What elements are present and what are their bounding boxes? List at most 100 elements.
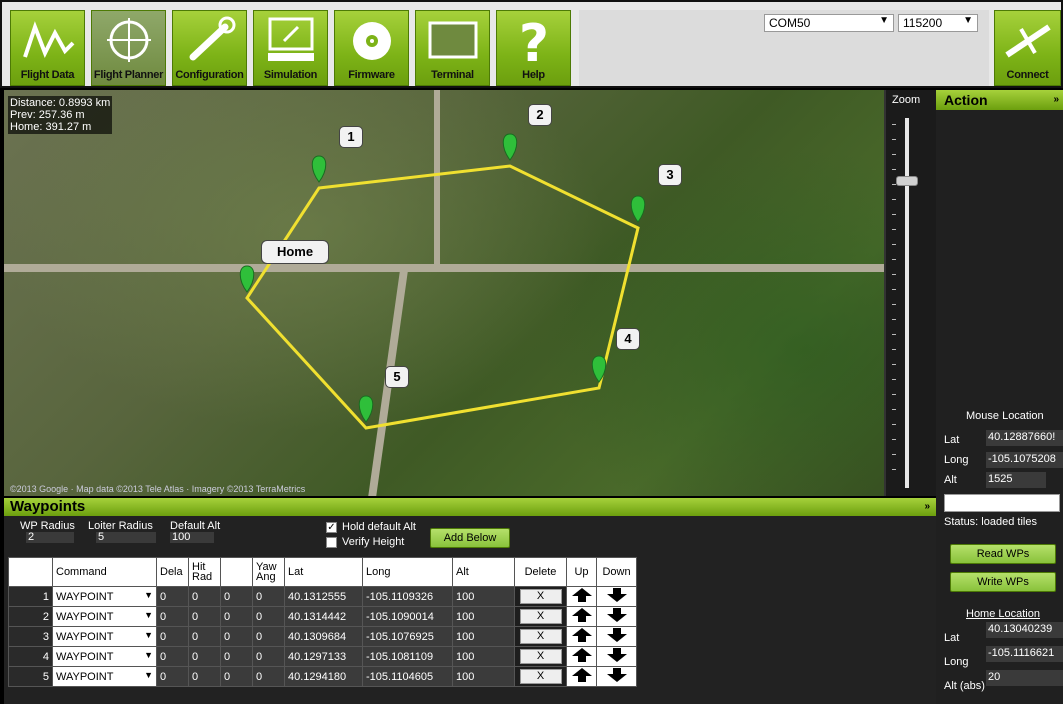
- home-long-value[interactable]: -105.1116621: [986, 646, 1063, 662]
- long-cell[interactable]: -105.1076925: [362, 626, 453, 647]
- action-header[interactable]: Action »: [936, 90, 1063, 110]
- baud-rate-select[interactable]: 115200 ▼: [898, 14, 978, 32]
- lat-cell[interactable]: 40.1294180: [284, 666, 363, 687]
- param-hit-rad[interactable]: 0: [188, 606, 221, 627]
- param-blank[interactable]: 0: [220, 666, 253, 687]
- move-down-button[interactable]: [596, 666, 637, 687]
- waypoints-header[interactable]: Waypoints »: [4, 498, 936, 516]
- waypoint-marker[interactable]: [358, 395, 374, 423]
- table-row[interactable]: 3 WAYPOINT ▼ 0 0 0 0 40.1309684 -105.1076925 100 X: [8, 626, 637, 647]
- map-type-select[interactable]: GoogleSatellite ▼: [944, 494, 1060, 512]
- long-cell[interactable]: -105.1090014: [362, 606, 453, 627]
- delete-button[interactable]: X: [514, 626, 567, 647]
- long-cell[interactable]: -105.1081109: [362, 646, 453, 667]
- read-wps-button[interactable]: Read WPs: [950, 544, 1056, 564]
- table-row[interactable]: 5 WAYPOINT ▼ 0 0 0 0 40.1294180 -105.1104605 100 X: [8, 666, 637, 687]
- param-delay[interactable]: 0: [156, 646, 189, 667]
- delete-button[interactable]: X: [514, 646, 567, 667]
- alt-cell[interactable]: 100: [452, 666, 515, 687]
- long-cell-text: -105.1090014: [366, 610, 434, 623]
- configuration-button[interactable]: Configuration: [172, 10, 247, 86]
- write-wps-button[interactable]: Write WPs: [950, 572, 1056, 592]
- param-blank[interactable]: 0: [220, 626, 253, 647]
- satellite-map[interactable]: Distance: 0.8993 km Prev: 257.36 m Home:…: [4, 90, 886, 496]
- lat-cell[interactable]: 40.1314442: [284, 606, 363, 627]
- table-row[interactable]: 4 WAYPOINT ▼ 0 0 0 0 40.1297133 -105.1081109 100 X: [8, 646, 637, 667]
- firmware-button[interactable]: Firmware: [334, 10, 409, 86]
- waypoint-marker[interactable]: [311, 155, 327, 183]
- move-down-button[interactable]: [596, 626, 637, 647]
- param-hit-rad[interactable]: 0: [188, 666, 221, 687]
- long-cell[interactable]: -105.1104605: [362, 666, 453, 687]
- command-select[interactable]: WAYPOINT ▼: [52, 586, 157, 607]
- param-delay[interactable]: 0: [156, 666, 189, 687]
- param-yaw-ang[interactable]: 0: [252, 586, 285, 607]
- wp-radius-input[interactable]: 2: [26, 532, 74, 543]
- flight-data-button[interactable]: Flight Data: [10, 10, 85, 86]
- table-row[interactable]: 1 WAYPOINT ▼ 0 0 0 0 40.1312555 -105.1109326 100 X: [8, 586, 637, 607]
- mouse-long-label: Long: [944, 454, 969, 466]
- param-yaw-ang[interactable]: 0: [252, 646, 285, 667]
- home-alt-value[interactable]: 20: [986, 670, 1063, 686]
- hold-default-alt-checkbox[interactable]: ✓: [326, 522, 337, 533]
- row-number-text: 4: [42, 650, 49, 663]
- collapse-icon[interactable]: »: [924, 498, 930, 516]
- move-down-button[interactable]: [596, 646, 637, 667]
- param-delay[interactable]: 0: [156, 586, 189, 607]
- move-up-button[interactable]: [566, 626, 597, 647]
- move-up-button[interactable]: [566, 646, 597, 667]
- terminal-button[interactable]: Terminal: [415, 10, 490, 86]
- waypoint-marker[interactable]: [591, 355, 607, 383]
- param-delay-text: 0: [160, 610, 167, 623]
- command-select[interactable]: WAYPOINT ▼: [52, 626, 157, 647]
- param-hit-rad[interactable]: 0: [188, 646, 221, 667]
- param-delay[interactable]: 0: [156, 606, 189, 627]
- add-below-button[interactable]: Add Below: [430, 528, 510, 548]
- com-port-select[interactable]: COM50 ▼: [764, 14, 894, 32]
- move-down-button[interactable]: [596, 606, 637, 627]
- param-hit-rad[interactable]: 0: [188, 626, 221, 647]
- param-delay[interactable]: 0: [156, 626, 189, 647]
- connect-button[interactable]: Connect: [994, 10, 1061, 86]
- delete-button[interactable]: X: [514, 666, 567, 687]
- zoom-slider-thumb[interactable]: [896, 176, 918, 186]
- param-blank[interactable]: 0: [220, 586, 253, 607]
- waypoint-marker[interactable]: [630, 195, 646, 223]
- param-yaw-ang[interactable]: 0: [252, 606, 285, 627]
- alt-cell[interactable]: 100: [452, 606, 515, 627]
- delete-button[interactable]: X: [514, 606, 567, 627]
- loiter-radius-input[interactable]: 5: [96, 532, 156, 543]
- lat-cell[interactable]: 40.1312555: [284, 586, 363, 607]
- collapse-icon[interactable]: »: [1053, 90, 1059, 110]
- default-alt-input[interactable]: 100: [170, 532, 214, 543]
- alt-cell[interactable]: 100: [452, 646, 515, 667]
- param-yaw-ang[interactable]: 0: [252, 626, 285, 647]
- alt-cell[interactable]: 100: [452, 586, 515, 607]
- move-up-button[interactable]: [566, 586, 597, 607]
- flight-planner-button[interactable]: Flight Planner: [91, 10, 166, 86]
- param-hit-rad[interactable]: 0: [188, 586, 221, 607]
- verify-height-checkbox[interactable]: [326, 537, 337, 548]
- home-lat-value[interactable]: 40.13040239: [986, 622, 1063, 638]
- help-button[interactable]: ? Help: [496, 10, 571, 86]
- command-select[interactable]: WAYPOINT ▼: [52, 646, 157, 667]
- param-blank[interactable]: 0: [220, 646, 253, 667]
- move-up-button[interactable]: [566, 666, 597, 687]
- home-location-title[interactable]: Home Location: [966, 608, 1040, 620]
- command-select[interactable]: WAYPOINT ▼: [52, 666, 157, 687]
- zoom-track[interactable]: [905, 118, 909, 488]
- alt-cell-text: 100: [456, 590, 475, 603]
- waypoint-marker[interactable]: [502, 133, 518, 161]
- param-yaw-ang[interactable]: 0: [252, 666, 285, 687]
- simulation-button[interactable]: Simulation: [253, 10, 328, 86]
- param-blank[interactable]: 0: [220, 606, 253, 627]
- table-row[interactable]: 2 WAYPOINT ▼ 0 0 0 0 40.1314442 -105.1090014 100 X: [8, 606, 637, 627]
- alt-cell[interactable]: 100: [452, 626, 515, 647]
- move-up-button[interactable]: [566, 606, 597, 627]
- move-down-button[interactable]: [596, 586, 637, 607]
- lat-cell[interactable]: 40.1297133: [284, 646, 363, 667]
- delete-button[interactable]: X: [514, 586, 567, 607]
- lat-cell[interactable]: 40.1309684: [284, 626, 363, 647]
- long-cell[interactable]: -105.1109326: [362, 586, 453, 607]
- command-select[interactable]: WAYPOINT ▼: [52, 606, 157, 627]
